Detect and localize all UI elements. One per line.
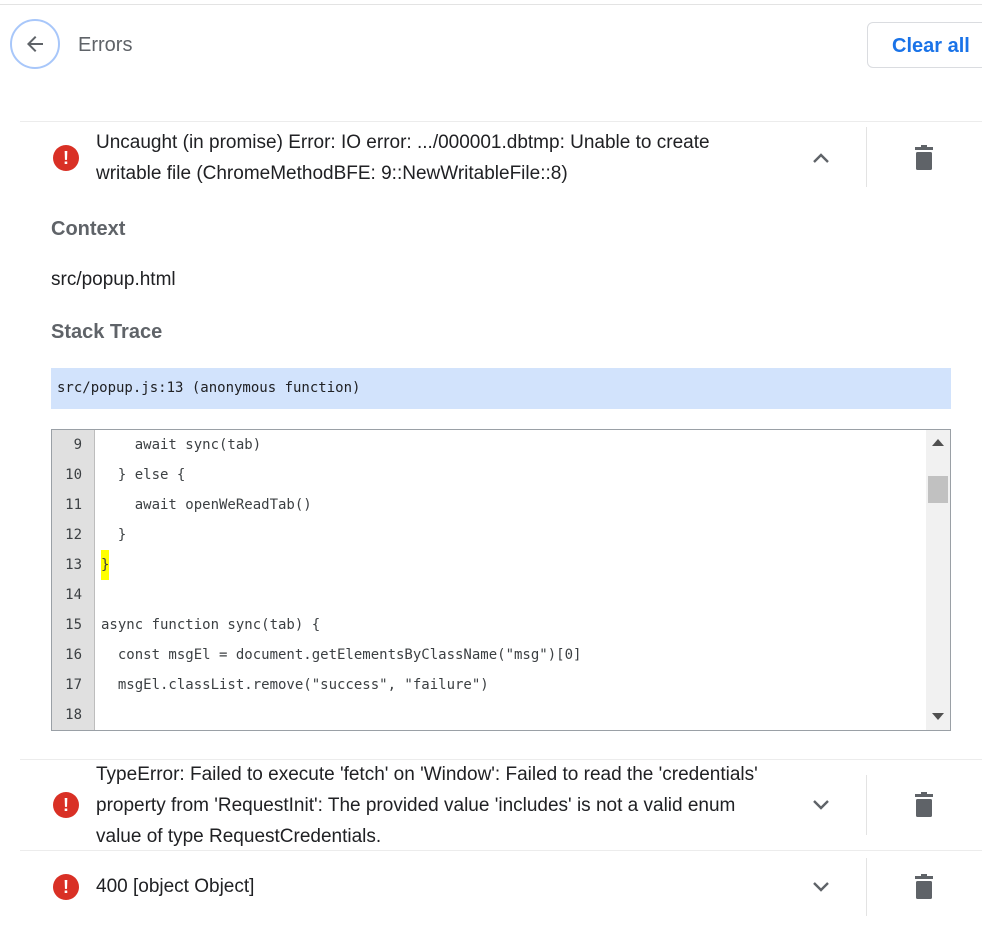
code-line: 17 msgEl.classList.remove("success", "fa… [52,670,902,700]
back-button[interactable] [10,19,60,69]
expand-button[interactable] [811,795,831,815]
page-header: Errors Clear all [0,0,982,100]
trash-icon[interactable] [913,874,935,900]
code-line: 11 await openWeReadTab() [52,490,902,520]
error-message-line: value of type RequestCredentials. [96,826,382,847]
action-separator [866,127,867,187]
line-number: 13 [65,557,82,573]
scroll-down-arrow-icon[interactable] [932,713,944,720]
error-icon: ! [53,792,79,818]
code-line: 12 } [52,520,902,550]
line-number: 11 [65,497,82,513]
line-number: 12 [65,527,82,543]
chevron-up-icon [813,153,829,163]
code-text: } else { [101,467,186,483]
chevron-down-icon [813,800,829,810]
line-number: 16 [65,647,82,663]
error-divider [20,121,982,122]
error-message: TypeError: Failed to execute 'fetch' on … [96,759,816,852]
code-text: } [101,527,127,543]
context-heading: Context [51,218,126,240]
code-viewer[interactable]: 9 await sync(tab) 10 } else { 11 await o… [51,429,951,731]
line-number: 15 [65,617,82,633]
line-number: 17 [65,677,82,693]
error-message-line: property from 'RequestInit': The provide… [96,795,736,816]
trash-icon[interactable] [913,792,935,818]
code-line: 16 const msgEl = document.getElementsByC… [52,640,902,670]
code-line: 18 [52,700,902,730]
line-number: 18 [65,707,82,723]
code-line: 14 [52,580,902,610]
stack-frame-item[interactable]: src/popup.js:13 (anonymous function) [51,368,951,409]
clear-all-button[interactable]: Clear all [867,22,982,68]
page-title: Errors [78,34,133,56]
error-message-line: TypeError: Failed to execute 'fetch' on … [96,764,758,785]
error-message-line: 400 [object Object] [96,876,255,897]
code-scrollbar[interactable] [926,430,950,730]
chevron-down-icon [813,882,829,892]
code-text: async function sync(tab) { [101,617,321,633]
action-separator [866,775,867,835]
code-line: 10 } else { [52,460,902,490]
arrow-left-icon [27,36,43,52]
trash-icon[interactable] [913,145,935,171]
error-message: Uncaught (in promise) Error: IO error: .… [96,127,796,189]
error-message-line: Uncaught (in promise) Error: IO error: .… [96,132,710,153]
error-message-line: writable file (ChromeMethodBFE: 9::NewWr… [96,163,568,184]
code-text: const msgEl = document.getElementsByClas… [101,647,582,663]
code-text: await sync(tab) [101,437,262,453]
scroll-up-arrow-icon[interactable] [932,439,944,446]
action-separator [866,858,867,916]
code-line: 15 async function sync(tab) { [52,610,902,640]
context-value: src/popup.html [51,269,176,290]
code-text: await openWeReadTab() [101,497,312,513]
expand-button[interactable] [811,877,831,897]
code-line: 9 await sync(tab) [52,430,902,460]
line-number: 9 [73,437,82,453]
error-icon: ! [53,874,79,900]
code-line-highlighted: 13 } [52,550,902,580]
line-number: 14 [65,587,82,603]
error-icon: ! [53,145,79,171]
error-divider [20,850,982,851]
error-message: 400 [object Object] [96,871,796,902]
highlighted-code-text: } [101,550,110,580]
code-text: msgEl.classList.remove("success", "failu… [101,677,489,693]
scrollbar-thumb[interactable] [928,476,948,503]
collapse-button[interactable] [811,148,831,168]
stack-trace-heading: Stack Trace [51,321,163,343]
line-number: 10 [65,467,82,483]
